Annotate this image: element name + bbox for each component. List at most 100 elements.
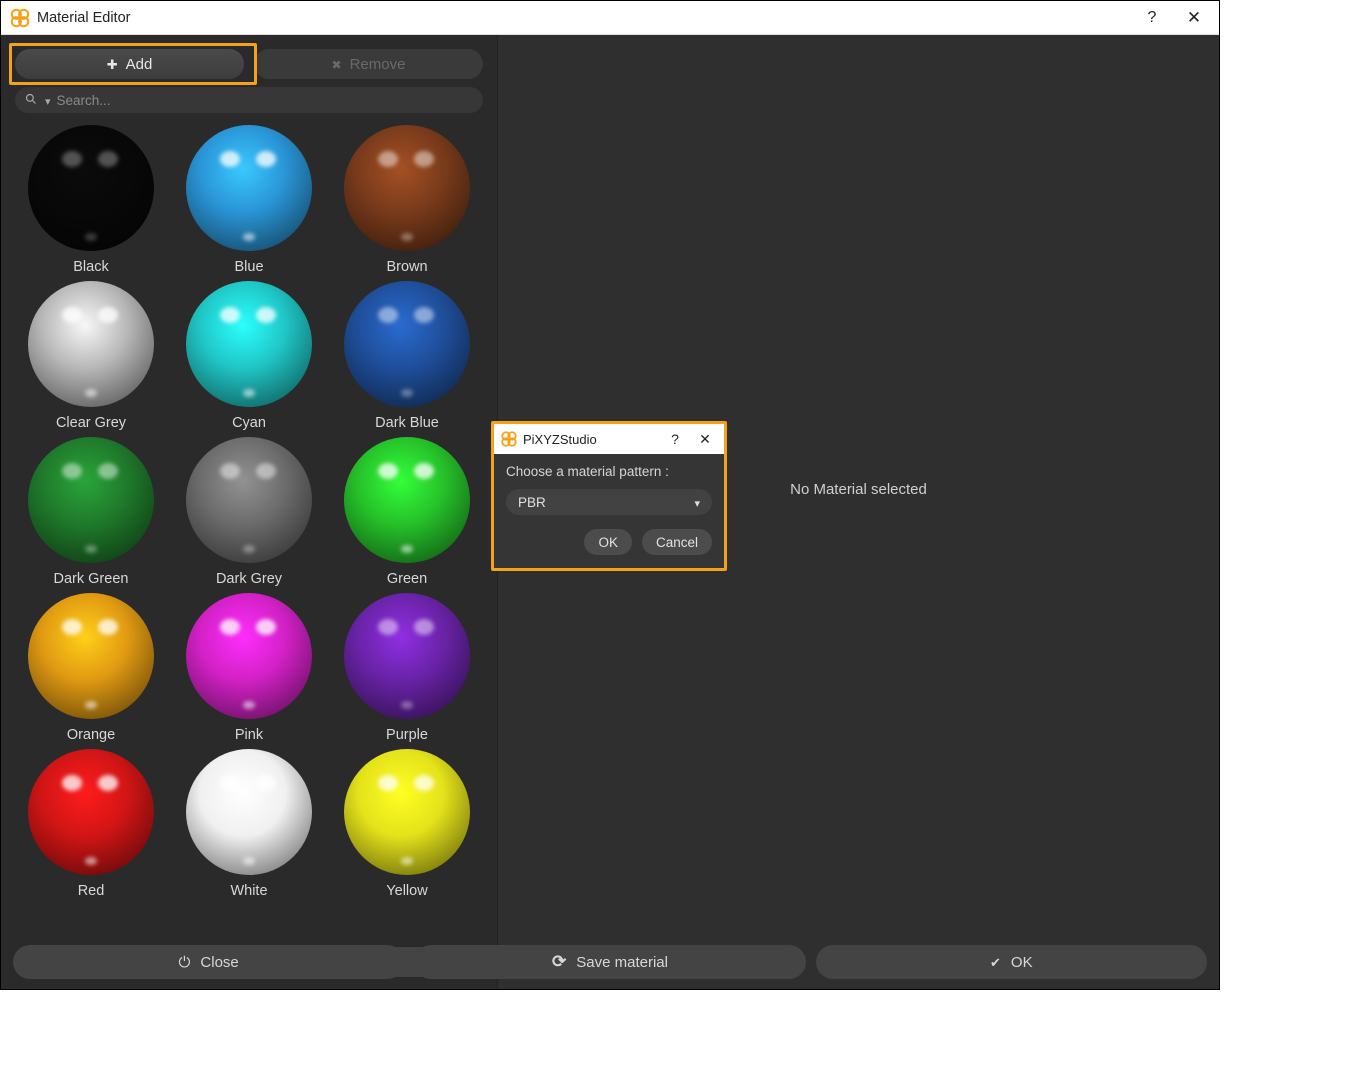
close-window-button[interactable]: ✕: [1173, 1, 1215, 35]
specular-highlight: [378, 775, 398, 791]
material-label: Yellow: [386, 883, 427, 899]
specular-highlight: [62, 619, 82, 635]
dialog-body: Choose a material pattern : PBR OK Cance…: [494, 454, 724, 565]
specular-highlight: [401, 701, 413, 709]
specular-highlight: [98, 463, 118, 479]
material-sphere: [344, 749, 470, 875]
specular-highlight: [414, 775, 434, 791]
material-sphere: [28, 749, 154, 875]
material-item[interactable]: Green: [331, 437, 483, 587]
title-bar: Material Editor ? ✕: [1, 1, 1219, 35]
specular-highlight: [401, 389, 413, 397]
material-grid: Black BlueBrown Clear Grey Cyan Dark Blue Dar…: [15, 121, 483, 905]
material-item[interactable]: Cyan: [173, 281, 325, 431]
add-button[interactable]: Add: [15, 49, 244, 79]
material-sphere: [186, 749, 312, 875]
ok-button[interactable]: OK: [816, 945, 1207, 979]
dialog-cancel-button[interactable]: Cancel: [642, 529, 712, 555]
specular-highlight: [85, 545, 97, 553]
material-item[interactable]: Dark Blue: [331, 281, 483, 431]
dialog-ok-label: OK: [598, 535, 618, 550]
specular-highlight: [256, 151, 276, 167]
material-label: Black: [73, 259, 108, 275]
specular-highlight: [256, 775, 276, 791]
specular-highlight: [85, 233, 97, 241]
material-sphere: [186, 125, 312, 251]
specular-highlight: [220, 307, 240, 323]
power-icon: [179, 954, 191, 971]
material-item[interactable]: Clear Grey: [15, 281, 167, 431]
specular-highlight: [401, 545, 413, 553]
material-label: Red: [78, 883, 105, 899]
dialog-title-bar: PiXYZStudio ? ✕: [494, 424, 724, 454]
material-sphere: [344, 437, 470, 563]
specular-highlight: [243, 857, 255, 865]
material-label: Green: [387, 571, 427, 587]
specular-highlight: [256, 463, 276, 479]
dialog-cancel-label: Cancel: [656, 535, 698, 550]
material-sphere: [28, 593, 154, 719]
specular-highlight: [378, 307, 398, 323]
specular-highlight: [243, 389, 255, 397]
specular-highlight: [62, 151, 82, 167]
material-item[interactable]: Yellow: [331, 749, 483, 899]
check-icon: [990, 954, 1001, 971]
specular-highlight: [243, 545, 255, 553]
specular-highlight: [98, 151, 118, 167]
specular-highlight: [62, 463, 82, 479]
specular-highlight: [378, 619, 398, 635]
material-label: Clear Grey: [56, 415, 126, 431]
remove-label: Remove: [350, 56, 406, 73]
material-item[interactable]: Black: [15, 125, 167, 275]
material-label: Dark Blue: [375, 415, 439, 431]
material-item[interactable]: Pink: [173, 593, 325, 743]
window-title: Material Editor: [37, 10, 130, 26]
material-editor-window: Material Editor ? ✕ Add Remove: [0, 0, 1220, 990]
material-grid-container: Black BlueBrown Clear Grey Cyan Dark Blue Dar…: [15, 121, 483, 939]
plus-icon: [107, 56, 118, 73]
material-item[interactable]: Blue: [173, 125, 325, 275]
save-material-button[interactable]: Save material: [414, 945, 805, 979]
material-sphere: [186, 437, 312, 563]
search-input[interactable]: [57, 93, 473, 108]
pattern-select[interactable]: PBR: [506, 489, 712, 515]
material-item[interactable]: Red: [15, 749, 167, 899]
material-item[interactable]: Brown: [331, 125, 483, 275]
material-sphere: [186, 593, 312, 719]
specular-highlight: [220, 463, 240, 479]
material-label: Orange: [67, 727, 115, 743]
material-item[interactable]: White: [173, 749, 325, 899]
specular-highlight: [98, 619, 118, 635]
search-bar[interactable]: [15, 87, 483, 113]
search-filter-dropdown-icon[interactable]: [43, 93, 51, 108]
material-label: Dark Grey: [216, 571, 282, 587]
dialog-help-button[interactable]: ?: [660, 424, 690, 454]
specular-highlight: [378, 463, 398, 479]
close-button[interactable]: Close: [13, 945, 404, 979]
add-label: Add: [126, 56, 153, 73]
specular-highlight: [401, 233, 413, 241]
material-item[interactable]: Dark Grey: [173, 437, 325, 587]
specular-highlight: [414, 463, 434, 479]
material-item[interactable]: Purple: [331, 593, 483, 743]
specular-highlight: [414, 619, 434, 635]
specular-highlight: [62, 307, 82, 323]
material-sphere: [28, 281, 154, 407]
specular-highlight: [220, 151, 240, 167]
dialog-ok-button[interactable]: OK: [584, 529, 632, 555]
remove-icon: [332, 56, 342, 73]
help-button[interactable]: ?: [1131, 1, 1173, 35]
remove-button[interactable]: Remove: [254, 49, 483, 79]
dialog-close-button[interactable]: ✕: [690, 424, 720, 454]
specular-highlight: [220, 619, 240, 635]
refresh-icon: [552, 952, 566, 972]
material-item[interactable]: Orange: [15, 593, 167, 743]
specular-highlight: [85, 701, 97, 709]
material-pattern-dialog: PiXYZStudio ? ✕ Choose a material patter…: [491, 421, 727, 571]
material-item[interactable]: Dark Green: [15, 437, 167, 587]
material-label: White: [230, 883, 267, 899]
chevron-down-icon: [694, 495, 700, 510]
search-icon: [25, 93, 37, 108]
material-label: Cyan: [232, 415, 266, 431]
specular-highlight: [243, 233, 255, 241]
